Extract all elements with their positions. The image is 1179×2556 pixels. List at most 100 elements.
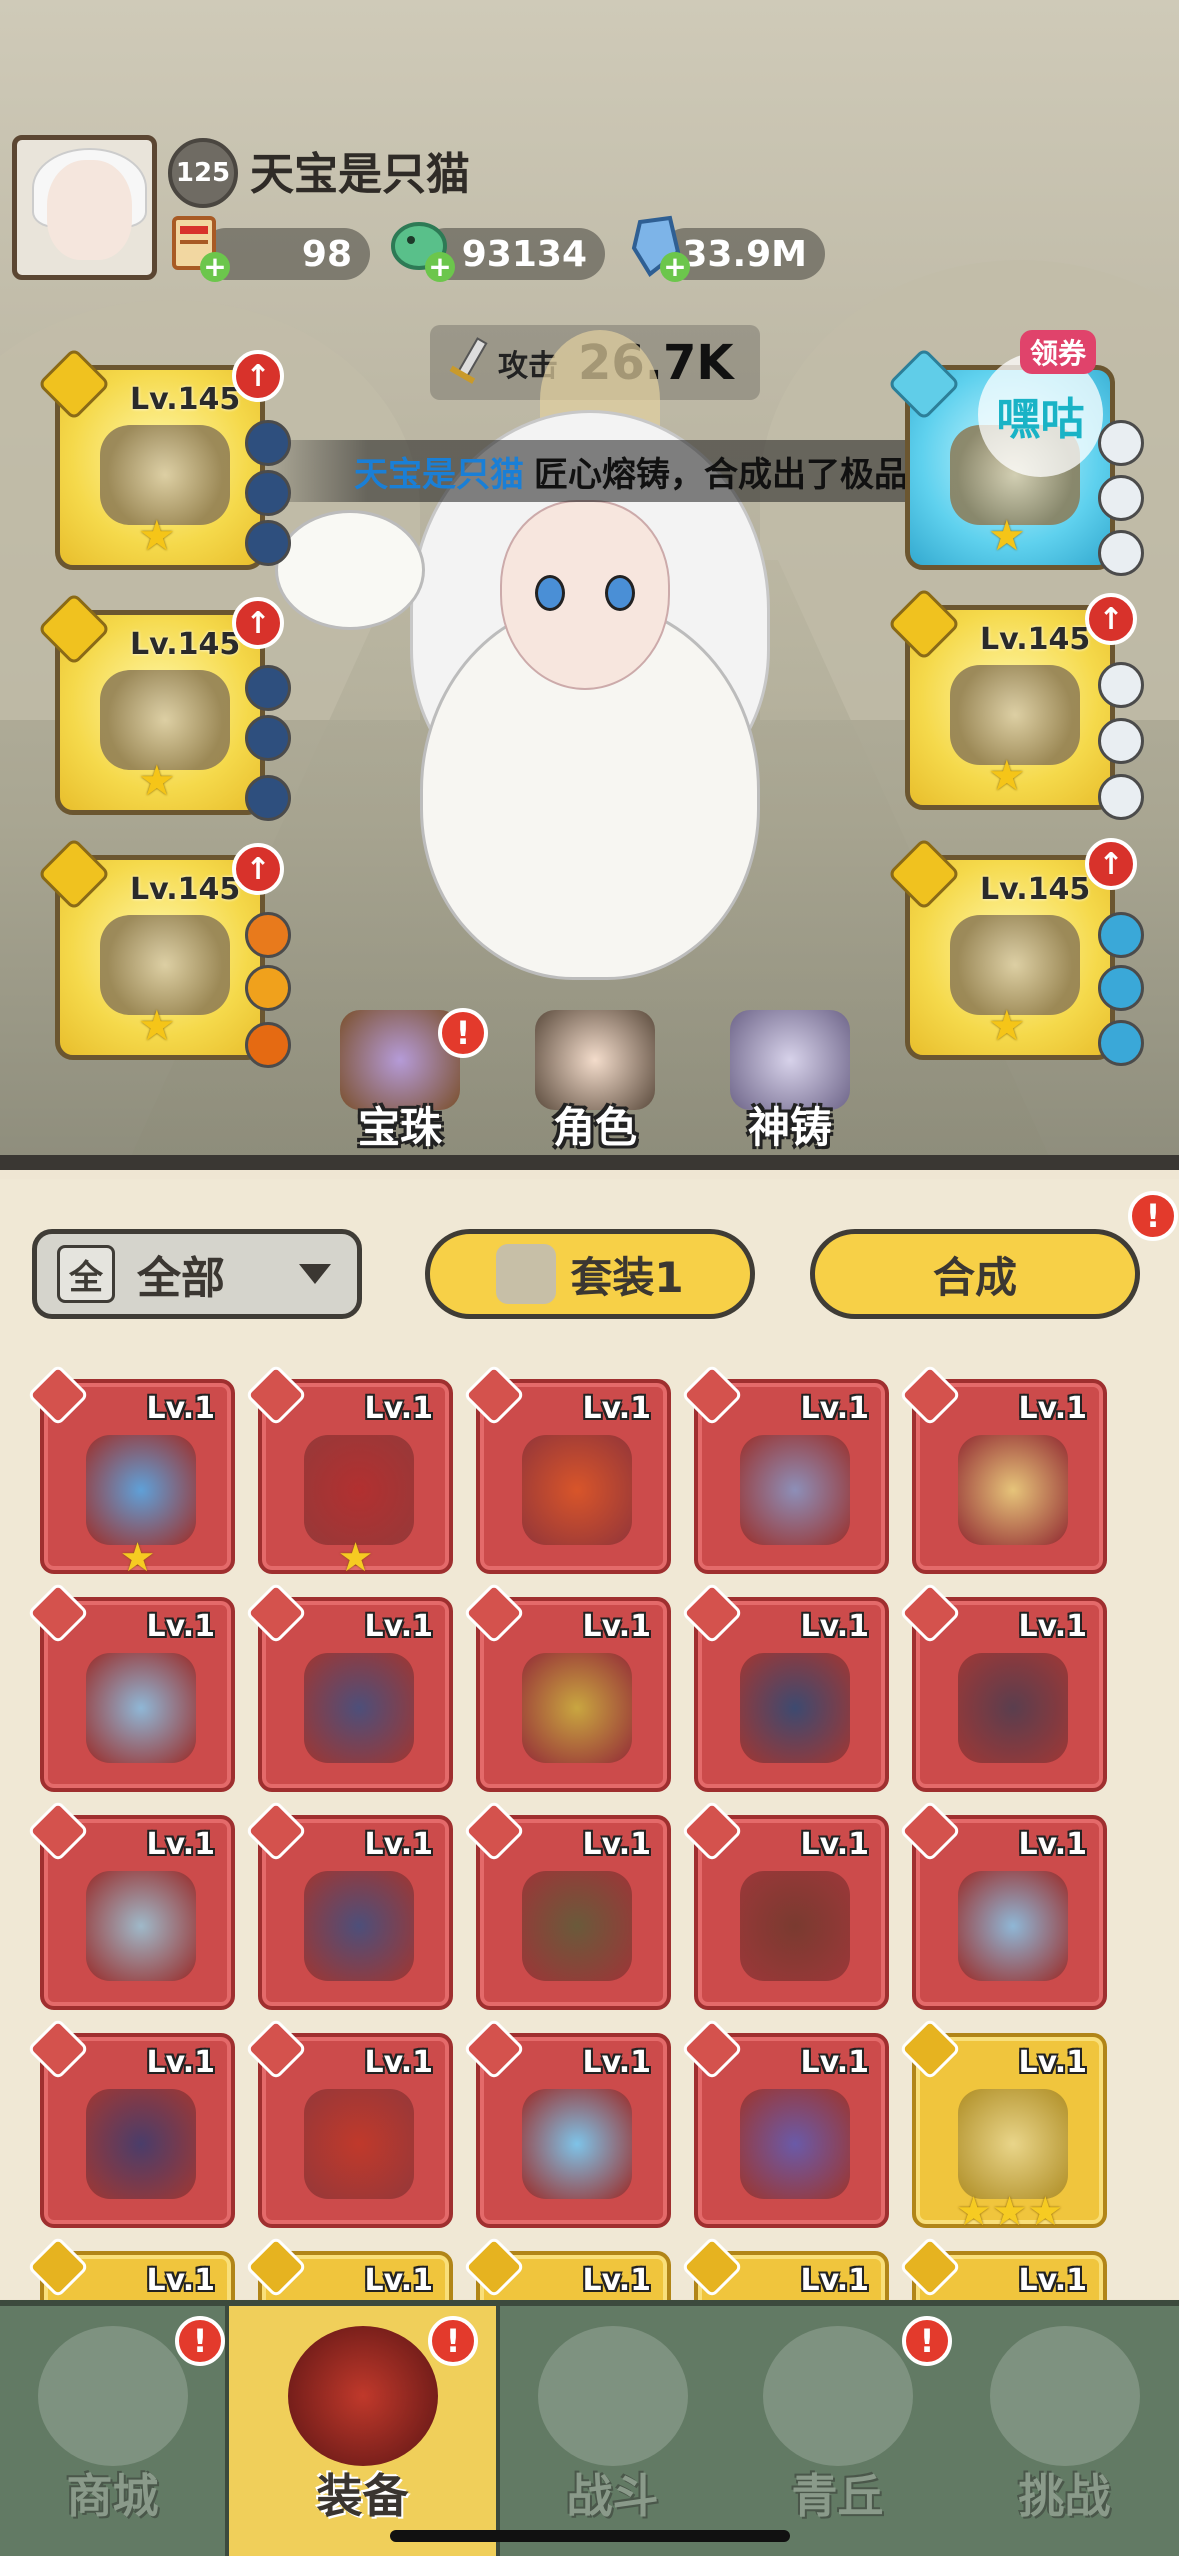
inventory-item[interactable]: Lv.1 (462, 2017, 671, 2228)
orbs-label: 宝珠 (357, 1103, 442, 1152)
inventory-item[interactable]: Lv.1 ★★★ (898, 2017, 1107, 2232)
synthesize-button[interactable]: 合成 (810, 1229, 1140, 1319)
inventory-item[interactable]: Lv.1 (462, 1363, 671, 1574)
item-art (86, 1435, 196, 1545)
equip-slot-ring[interactable]: Lv.145 ★ (887, 837, 1115, 1060)
item-stars: ★ (337, 1535, 374, 1581)
gem-socket[interactable] (245, 715, 291, 761)
item-type-icon (462, 2017, 526, 2081)
upgrade-arrow-icon[interactable]: ↑ (1085, 838, 1137, 890)
gem-socket[interactable] (1098, 774, 1144, 820)
filter-label: 全部 (137, 1253, 225, 1304)
upgrade-arrow-icon[interactable]: ↑ (232, 597, 284, 649)
inventory-item[interactable]: Lv.1 (680, 1363, 889, 1574)
inventory-item[interactable]: Lv.1 (898, 1581, 1107, 1792)
gem-socket[interactable] (245, 470, 291, 516)
item-type-icon (244, 1363, 308, 1427)
upgrade-arrow-icon[interactable]: ↑ (1085, 593, 1137, 645)
equip-slot-weapon[interactable]: Lv.145 ★ (37, 347, 265, 570)
inventory-item[interactable]: Lv.1 (898, 1799, 1107, 2010)
inventory-item[interactable]: Lv.1 (680, 1581, 889, 1792)
item-level: Lv.1 (364, 1827, 434, 1862)
gem-socket[interactable] (1098, 718, 1144, 764)
set-button[interactable]: 套装1 (425, 1229, 755, 1319)
inventory-item[interactable]: Lv.1 (26, 2017, 235, 2228)
equip-slot-boots[interactable]: Lv.145 ★ (887, 587, 1115, 810)
inventory-item[interactable]: Lv.1 (244, 1581, 453, 1792)
item-stars: ★★★ (955, 2189, 1064, 2235)
item-level: Lv.1 (800, 2263, 870, 2298)
inventory-item[interactable]: Lv.1 (680, 2017, 889, 2228)
item-type-icon (680, 1581, 744, 1645)
crossed-swords-icon (537, 2326, 688, 2466)
gem-socket[interactable] (245, 420, 291, 466)
gem-socket[interactable] (245, 520, 291, 566)
inventory-item[interactable]: Lv.1 (462, 1799, 671, 2010)
gem-socket[interactable] (245, 1022, 291, 1068)
nav-label: 青丘 (791, 2469, 884, 2523)
inventory-item[interactable]: Lv.1 (244, 1799, 453, 2010)
inventory-item[interactable]: Lv.1 ★ (26, 1363, 235, 1578)
forge-button[interactable]: 神铸 (705, 1010, 875, 1160)
item-type-icon (898, 2235, 962, 2299)
inventory-item[interactable]: Lv.1 ★ (244, 1363, 453, 1578)
item-type-icon (462, 1799, 526, 1863)
inventory-item[interactable]: Lv.1 (898, 1363, 1107, 1574)
nav-label: 商城 (66, 2469, 159, 2523)
item-level: Lv.1 (146, 1827, 216, 1862)
gem-socket[interactable] (245, 775, 291, 821)
gem-socket[interactable] (1098, 530, 1144, 576)
gem-socket[interactable] (1098, 475, 1144, 521)
player-avatar[interactable] (12, 135, 157, 280)
shop-alert-icon: ! (175, 2316, 225, 2366)
home-indicator (390, 2530, 790, 2542)
inventory-item[interactable]: Lv.1 (244, 2017, 453, 2228)
pagoda-icon (37, 2326, 188, 2466)
item-level: Lv.1 (146, 1391, 216, 1426)
add-tickets-icon[interactable]: + (200, 252, 230, 282)
item-level: Lv.1 (1018, 2045, 1088, 2080)
synthesize-label: 合成 (932, 1252, 1017, 1302)
hero-character[interactable] (330, 330, 850, 1030)
upgrade-arrow-icon[interactable]: ↑ (232, 843, 284, 895)
gem-socket[interactable] (245, 665, 291, 711)
equip-slot-accessory[interactable]: Lv.145 ★ (37, 837, 265, 1060)
inventory-item[interactable]: Lv.1 (26, 1581, 235, 1792)
slot-level: Lv.145 (130, 627, 241, 662)
gem-socket[interactable] (1098, 912, 1144, 958)
armor-set-icon (496, 1244, 557, 1304)
item-art (740, 1871, 850, 1981)
crystal-icon[interactable]: + (620, 212, 690, 282)
character-label: 角色 (552, 1103, 637, 1152)
dropdown-arrow-icon (299, 1264, 331, 1284)
add-jade-icon[interactable]: + (425, 252, 455, 282)
item-level: Lv.1 (364, 1391, 434, 1426)
nav-challenge[interactable]: 挑战 (950, 2306, 1179, 2556)
add-crystal-icon[interactable]: + (660, 252, 690, 282)
nav-battle[interactable]: 战斗 (500, 2306, 725, 2556)
star-icon: ★ (988, 1001, 1026, 1050)
inventory-item[interactable]: Lv.1 (462, 1581, 671, 1792)
item-level: Lv.1 (1018, 1391, 1088, 1426)
gem-socket[interactable] (1098, 662, 1144, 708)
star-icon: ★ (138, 511, 176, 560)
gem-socket[interactable] (245, 912, 291, 958)
character-button[interactable]: 角色 (510, 1010, 680, 1160)
inventory-item[interactable]: Lv.1 (26, 1799, 235, 2010)
gem-socket[interactable] (245, 965, 291, 1011)
gem-socket[interactable] (1098, 1020, 1144, 1066)
item-type-icon (898, 2017, 962, 2081)
ticket-icon[interactable]: + (160, 212, 230, 282)
item-art (86, 1653, 196, 1763)
gem-socket[interactable] (1098, 965, 1144, 1011)
equip-slot-armor[interactable]: Lv.145 ★ (37, 592, 265, 815)
jade-dragon-icon[interactable]: + (385, 212, 455, 282)
item-art (958, 2089, 1068, 2199)
coupon-tag[interactable]: 领券 (1020, 330, 1097, 374)
item-level: Lv.1 (800, 2045, 870, 2080)
gem-socket[interactable] (1098, 420, 1144, 466)
filter-dropdown[interactable]: 全 全部 (32, 1229, 362, 1319)
item-type-icon (462, 2235, 526, 2299)
upgrade-arrow-icon[interactable]: ↑ (232, 350, 284, 402)
inventory-item[interactable]: Lv.1 (680, 1799, 889, 2010)
